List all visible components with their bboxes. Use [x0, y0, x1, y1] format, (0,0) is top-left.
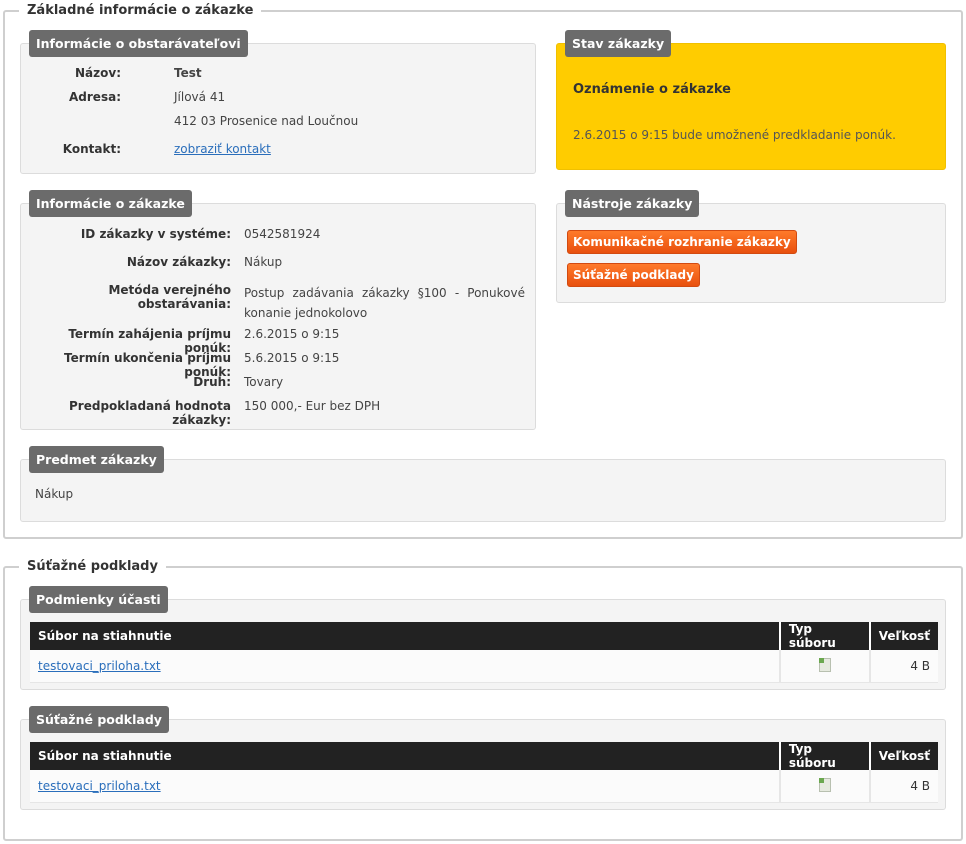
status-title: Stav zákazky — [565, 30, 672, 57]
contract-type-value: Tovary — [244, 375, 284, 389]
tender-files-table: Súbor na stiahnutie Typ súboru Veľkosť t… — [30, 742, 938, 803]
table-row: testovaci_priloha.txt 4 B — [30, 650, 938, 683]
size-column-header: Veľkosť — [870, 742, 938, 770]
communication-interface-button[interactable]: Komunikačné rozhranie zákazky — [567, 230, 797, 254]
participation-conditions-title: Podmienky účasti — [29, 586, 168, 613]
contract-subject-panel: Predmet zákazky Nákup — [20, 446, 946, 522]
tender-documents-legend: Súťažné podklady — [19, 558, 166, 576]
contact-label: Kontakt: — [62, 142, 121, 156]
name-label: Názov: — [75, 66, 121, 80]
name-value: Test — [174, 66, 202, 80]
contract-tools-panel: Nástroje zákazky Komunikačné rozhranie z… — [556, 190, 946, 303]
contract-tools-title: Nástroje zákazky — [565, 190, 700, 217]
contract-subject-title: Predmet zákazky — [29, 446, 164, 473]
file-column-header: Súbor na stiahnutie — [30, 622, 781, 650]
offer-start-value: 2.6.2015 o 9:15 — [244, 327, 340, 341]
basic-info-legend: Základné informácie o zákazke — [19, 2, 262, 20]
table-row: testovaci_priloha.txt 4 B — [30, 770, 938, 803]
status-panel: Stav zákazky Oznámenie o zákazke 2.6.201… — [556, 30, 946, 170]
offer-end-value: 5.6.2015 o 9:15 — [244, 351, 340, 365]
participation-conditions-panel: Podmienky účasti Súbor na stiahnutie Typ… — [20, 586, 946, 690]
file-download-link[interactable]: testovaci_priloha.txt — [38, 779, 161, 793]
contracting-authority-title: Informácie o obstarávateľovi — [29, 30, 248, 57]
address-label: Adresa: — [69, 90, 121, 104]
show-contact-link[interactable]: zobraziť kontakt — [174, 142, 271, 156]
tender-documents-panel: Súťažné podklady Súbor na stiahnutie Typ… — [20, 706, 946, 810]
contract-name-value: Nákup — [244, 255, 283, 269]
file-size: 4 B — [870, 770, 938, 803]
status-text: 2.6.2015 o 9:15 bude umožnené predkladan… — [573, 128, 896, 142]
contract-id-value: 0542581924 — [244, 227, 321, 241]
tender-documents-title: Súťažné podklady — [29, 706, 169, 733]
contract-type-label: Druh: — [193, 375, 231, 389]
status-heading: Oznámenie o zákazke — [573, 82, 731, 97]
table-header-row: Súbor na stiahnutie Typ súboru Veľkosť — [30, 742, 938, 770]
procurement-method-label: Metóda verejného obstarávania: — [108, 283, 231, 311]
file-size: 4 B — [870, 650, 938, 683]
contract-id-label: ID zákazky v systéme: — [80, 227, 231, 241]
file-download-link[interactable]: testovaci_priloha.txt — [38, 659, 161, 673]
type-column-header: Typ súboru — [780, 622, 871, 650]
contracting-authority-panel: Informácie o obstarávateľovi Názov: Test… — [20, 30, 536, 174]
type-column-header: Typ súboru — [780, 742, 871, 770]
address-line-2: 412 03 Prosenice nad Loučnou — [174, 114, 359, 128]
tender-documents-button[interactable]: Súťažné podklady — [567, 263, 700, 287]
contract-info-panel: Informácie o zákazke ID zákazky v systém… — [20, 190, 536, 430]
procurement-method-value: Postup zadávania zákazky §100 - Ponukové… — [244, 286, 525, 320]
participation-files-table: Súbor na stiahnutie Typ súboru Veľkosť t… — [30, 622, 938, 683]
table-header-row: Súbor na stiahnutie Typ súboru Veľkosť — [30, 622, 938, 650]
contract-name-label: Názov zákazky: — [126, 255, 231, 269]
text-file-icon — [818, 777, 831, 792]
text-file-icon — [818, 657, 831, 672]
contract-subject-text: Nákup — [35, 487, 74, 501]
file-column-header: Súbor na stiahnutie — [30, 742, 781, 770]
contract-info-title: Informácie o zákazke — [29, 190, 192, 217]
estimated-value-label: Predpokladaná hodnota zákazky: — [69, 399, 231, 427]
size-column-header: Veľkosť — [870, 622, 938, 650]
estimated-value-value: 150 000,- Eur bez DPH — [244, 399, 381, 413]
address-line-1: Jílová 41 — [174, 90, 226, 104]
